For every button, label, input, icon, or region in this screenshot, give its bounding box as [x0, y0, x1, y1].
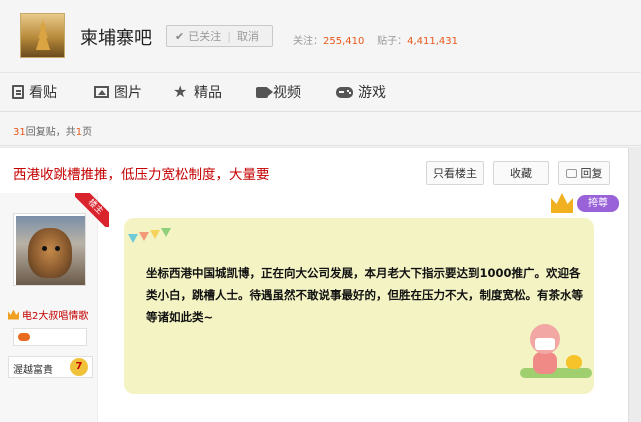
forum-logo[interactable]: [20, 13, 65, 58]
reply-button[interactable]: 回复: [558, 161, 610, 185]
crown-icon: [8, 309, 19, 320]
posts-label: 贴子：: [377, 36, 408, 47]
cancel-follow-button[interactable]: 取消: [237, 28, 259, 44]
followers-label: 关注：: [293, 36, 323, 47]
page-suffix: 页: [82, 127, 93, 138]
gamepad-icon: [18, 333, 30, 341]
chick-icon: [566, 355, 582, 369]
mascot-face: [535, 338, 555, 350]
dog-photo: [28, 228, 72, 278]
nav-label: 精品: [194, 85, 222, 101]
scrollbar[interactable]: [628, 147, 641, 422]
comment-icon: [565, 168, 577, 178]
avatar-eye: [42, 246, 47, 251]
nav-item-featured[interactable]: ★ 精品: [173, 82, 222, 102]
nav-item-posts[interactable]: 看贴: [12, 82, 57, 102]
pagoda-icon: [35, 20, 51, 50]
post-content-box: 坐标西港中国城凯博，正在向大公司发展，本月老大下指示要达到1000推广。欢迎各类…: [124, 218, 594, 394]
flag-icon: [161, 228, 171, 237]
icon-badge-box[interactable]: [13, 328, 87, 346]
flag-icon: [139, 232, 149, 241]
nav-label: 视频: [273, 85, 301, 101]
reply-number: 31: [13, 127, 26, 138]
forum-stats: 关注：255,410 贴子：4,411,431: [293, 32, 458, 47]
author-title[interactable]: 电2大叔唱情歌: [8, 307, 88, 322]
mascot-body: [533, 352, 557, 374]
nav-item-pictures[interactable]: 图片: [94, 82, 142, 102]
reply-count: 31回复贴，共1页: [13, 123, 92, 138]
document-icon: [12, 85, 24, 99]
nav-label: 游戏: [358, 85, 386, 101]
nav-label: 看贴: [29, 85, 57, 101]
vip-label: 挎尊: [577, 195, 619, 212]
forum-header: 柬埔寨吧 ✔ 已关注 | 取消 关注：255,410 贴子：4,411,431: [0, 0, 641, 72]
forum-nav: 看贴 图片 ★ 精品 视频 游戏: [0, 72, 641, 112]
nav-item-videos[interactable]: 视频: [256, 82, 301, 102]
check-icon: ✔: [175, 29, 185, 43]
avatar-eye: [55, 246, 60, 251]
bunting-decoration: [124, 224, 174, 248]
level-number: 7: [70, 358, 88, 376]
nav-label: 图片: [114, 85, 142, 101]
flag-icon: [150, 230, 160, 239]
gamepad-icon: [336, 86, 353, 98]
favorite-button[interactable]: 收藏: [493, 161, 549, 185]
reply-label: 回复: [580, 167, 603, 180]
reply-count-bar: 31回复贴，共1页: [0, 112, 641, 146]
op-badge: 楼主: [75, 193, 109, 227]
thread-card: 西港收跳槽推推，低压力宽松制度，大量要 只看楼主 收藏 回复 楼主 电2大叔唱情…: [0, 147, 628, 422]
post-text: 坐标西港中国城凯博，正在向大公司发展，本月老大下指示要达到1000推广。欢迎各类…: [146, 266, 583, 324]
thread-title[interactable]: 西港收跳槽推推，低压力宽松制度，大量要: [13, 163, 270, 183]
followed-label: 已关注: [188, 30, 222, 43]
op-badge-label: 楼主: [75, 193, 109, 227]
video-icon: [256, 86, 268, 98]
nav-item-games[interactable]: 游戏: [336, 82, 386, 102]
posts-count: 4,411,431: [407, 36, 458, 47]
followers-count: 255,410: [323, 36, 365, 47]
crown-icon: [551, 193, 573, 213]
reply-suffix: 回复贴，共: [25, 127, 76, 138]
only-op-button[interactable]: 只看楼主: [426, 161, 484, 185]
level-text: 渥越富貴: [13, 365, 53, 376]
star-icon: ★: [173, 82, 188, 101]
level-badge[interactable]: 渥越富貴 7: [8, 356, 93, 378]
divider: |: [227, 29, 231, 43]
follow-toggle[interactable]: ✔ 已关注 | 取消: [166, 25, 273, 47]
picture-icon: [94, 86, 109, 98]
mascot-icon: [526, 324, 566, 379]
flag-icon: [128, 234, 138, 243]
author-panel: 楼主 电2大叔唱情歌 渥越富貴 7: [0, 193, 109, 422]
author-title-text: 电2大叔唱情歌: [22, 311, 89, 322]
vip-badge[interactable]: 挎尊: [549, 191, 623, 215]
forum-title[interactable]: 柬埔寨吧: [80, 24, 152, 50]
